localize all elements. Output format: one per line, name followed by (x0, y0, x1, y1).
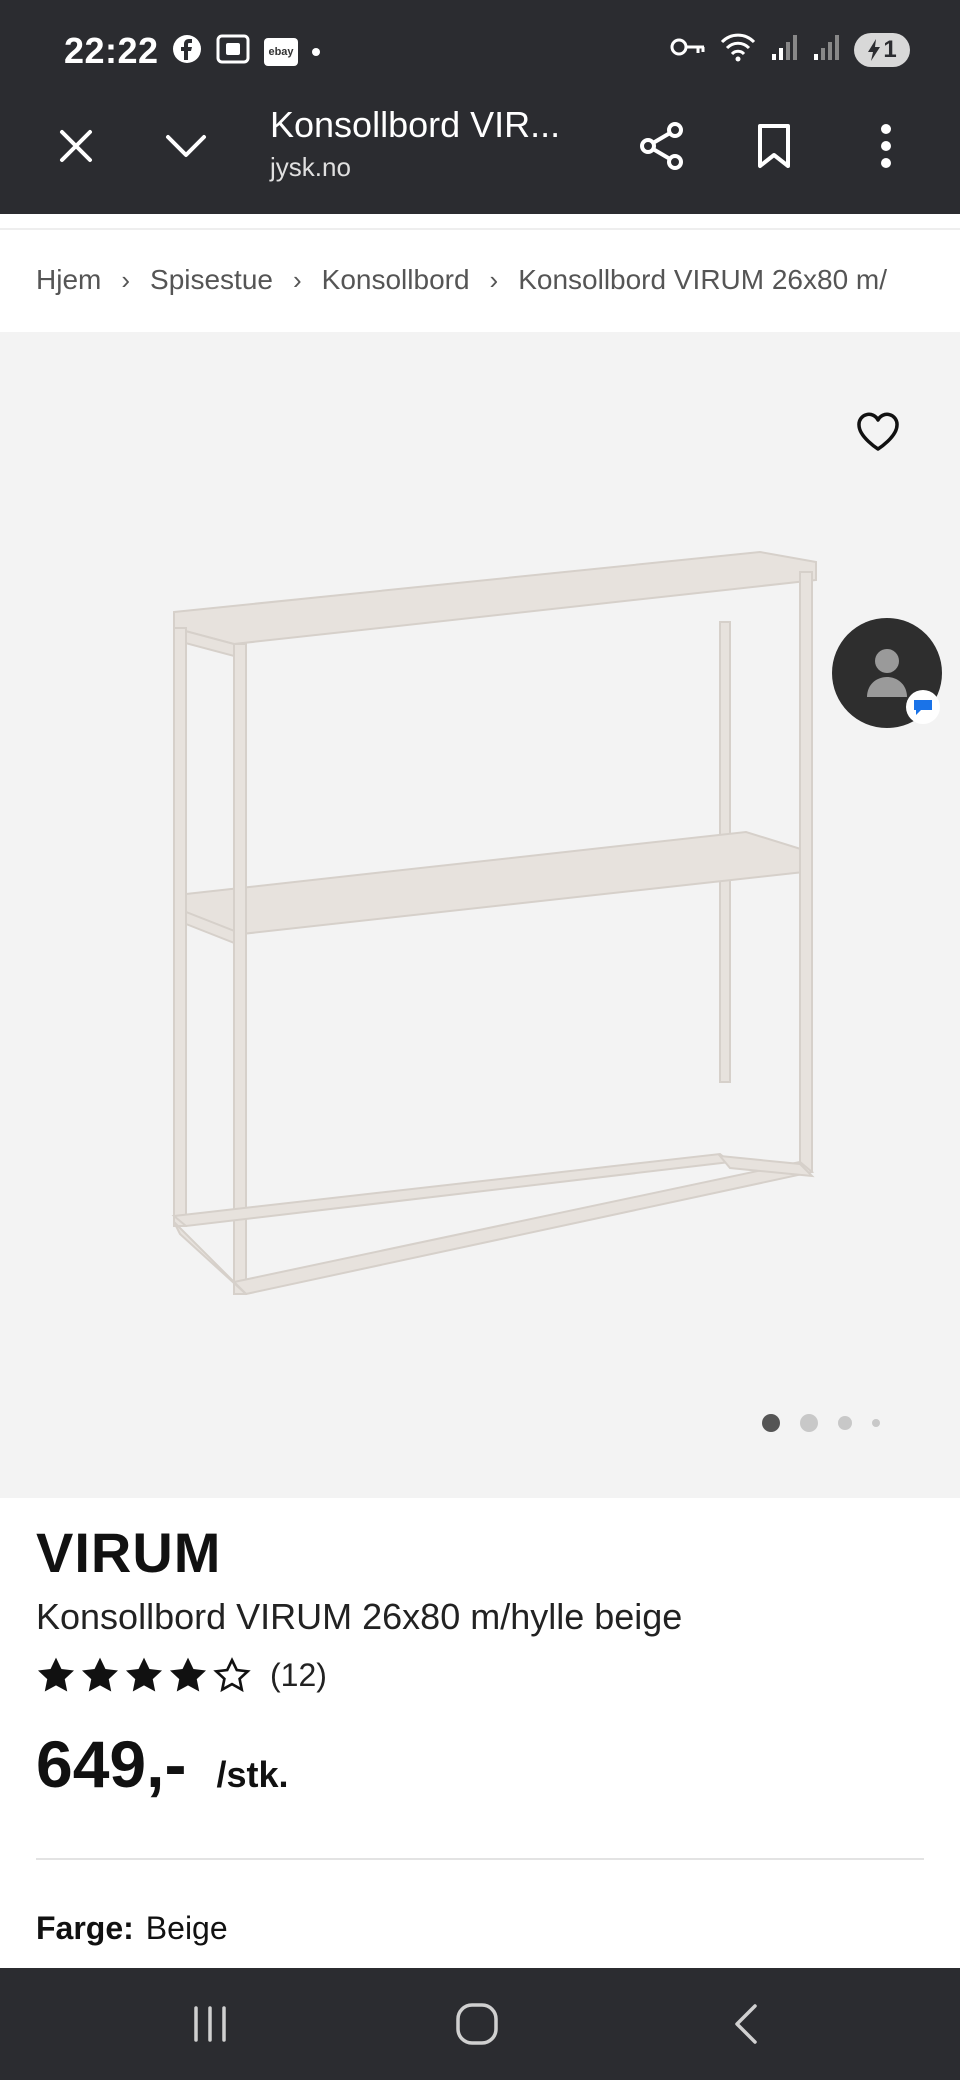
chat-button[interactable] (832, 618, 942, 728)
pager-dot[interactable] (872, 1419, 880, 1427)
signal-icon-2 (812, 32, 840, 67)
recents-icon (194, 2006, 226, 2042)
breadcrumb-item-spisestue[interactable]: Spisestue (150, 264, 273, 296)
status-bar: 22:22 ebay 1 (0, 0, 960, 100)
star-filled-icon (37, 1657, 75, 1692)
pager-dot-active[interactable] (762, 1414, 780, 1432)
tab-switcher-button[interactable] (146, 106, 226, 186)
ebay-icon: ebay (264, 37, 298, 66)
close-icon (60, 130, 92, 162)
star-outline-icon (213, 1657, 251, 1693)
color-label: Farge: (36, 1910, 134, 1946)
notification-dot (312, 47, 320, 56)
page-title-block[interactable]: Konsollbord VIR... jysk.no (270, 104, 560, 183)
back-button[interactable] (706, 1992, 786, 2056)
share-icon (640, 122, 683, 170)
star-filled-icon (125, 1657, 163, 1692)
facebook-icon (172, 34, 202, 69)
chevron-right-icon: › (489, 264, 499, 295)
home-button[interactable] (437, 1992, 517, 2056)
screenshot-icon (216, 34, 250, 69)
breadcrumb: Hjem › Spisestue › Konsollbord › Konsoll… (36, 264, 960, 296)
page-url: jysk.no (270, 152, 351, 182)
chat-bubble-icon (906, 690, 940, 724)
more-vert-icon (881, 124, 891, 168)
pager-dot[interactable] (800, 1414, 818, 1432)
heart-icon (857, 412, 899, 451)
page-title: Konsollbord VIR... (270, 104, 561, 145)
vpn-key-icon (670, 35, 706, 64)
close-button[interactable] (36, 106, 116, 186)
breadcrumb-item-hjem[interactable]: Hjem (36, 264, 101, 296)
person-icon (867, 649, 907, 697)
battery-label: 1 (883, 35, 897, 63)
product-image (171, 550, 817, 1296)
color-value: Beige (145, 1910, 228, 1946)
recents-button[interactable] (170, 1992, 250, 2056)
price-unit: /stk. (216, 1754, 289, 1795)
more-button[interactable] (846, 106, 926, 186)
share-button[interactable] (622, 106, 702, 186)
chevron-right-icon: › (292, 264, 302, 295)
bookmark-icon (758, 124, 790, 168)
chevron-down-icon (166, 135, 206, 157)
star-filled-icon (169, 1657, 207, 1692)
gallery-pager[interactable] (762, 1414, 880, 1432)
bookmark-button[interactable] (734, 106, 814, 186)
breadcrumb-item-konsollbord[interactable]: Konsollbord (322, 264, 470, 296)
rating-count[interactable]: (12) (270, 1657, 327, 1694)
status-icons-right: 1 (670, 32, 910, 67)
chevron-right-icon: › (121, 264, 131, 295)
signal-icon (770, 32, 798, 67)
wifi-icon (720, 32, 756, 67)
product-brand: VIRUM (36, 1521, 222, 1584)
color-selector[interactable]: Farge: Beige (36, 1910, 228, 1947)
product-title: Konsollbord VIRUM 26x80 m/hylle beige (36, 1596, 683, 1637)
home-icon (456, 2003, 498, 2045)
browser-toolbar: Konsollbord VIR... jysk.no (0, 100, 960, 214)
section-divider (36, 1858, 924, 1860)
price-row: 649,- /stk. (36, 1726, 288, 1802)
pager-dot[interactable] (838, 1416, 852, 1430)
product-gallery[interactable] (0, 332, 960, 1498)
product-rating[interactable]: (12) (36, 1656, 327, 1694)
header-divider (0, 228, 960, 230)
system-nav-bar (0, 1968, 960, 2080)
back-icon (735, 2004, 757, 2044)
product-price: 649,- (36, 1727, 187, 1801)
star-filled-icon (81, 1657, 119, 1692)
status-icons-left: ebay (172, 34, 320, 69)
breadcrumb-item-current: Konsollbord VIRUM 26x80 m/ (518, 264, 888, 295)
wishlist-button[interactable] (848, 402, 908, 462)
battery-icon: 1 (854, 32, 910, 67)
status-time: 22:22 (64, 30, 159, 71)
